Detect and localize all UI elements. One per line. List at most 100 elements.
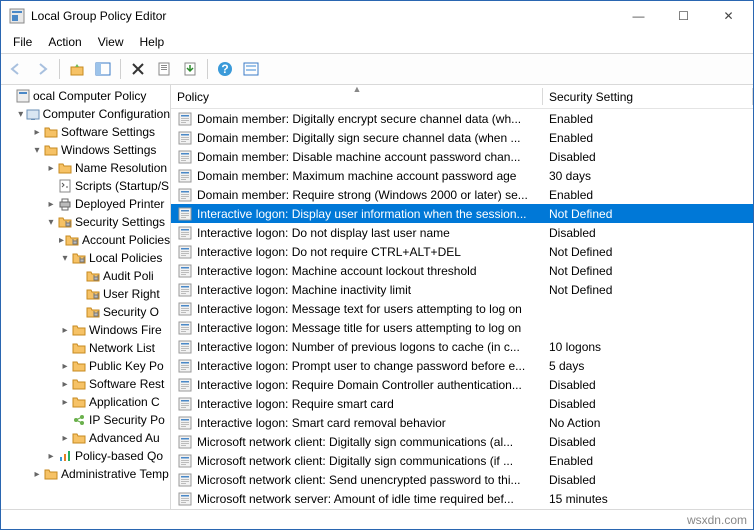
policy-row[interactable]: Microsoft network server: Amount of idle… bbox=[171, 489, 753, 508]
tree-item[interactable]: ▸Public Key Po bbox=[1, 357, 170, 375]
tree-twisty-icon[interactable]: ▸ bbox=[59, 379, 71, 390]
tree-twisty-icon[interactable]: ▸ bbox=[59, 361, 71, 372]
tree-twisty-icon[interactable]: ▸ bbox=[45, 451, 57, 462]
tree-item[interactable]: ▾Windows Settings bbox=[1, 141, 170, 159]
policy-row[interactable]: Interactive logon: Display user informat… bbox=[171, 204, 753, 223]
show-hide-tree-button[interactable] bbox=[92, 58, 114, 80]
tree-twisty-icon[interactable]: ▸ bbox=[59, 433, 71, 444]
close-button[interactable]: ✕ bbox=[706, 2, 751, 30]
tree-twisty-icon[interactable]: ▸ bbox=[31, 469, 43, 480]
tree-item[interactable]: IP Security Po bbox=[1, 411, 170, 429]
toolbar-separator bbox=[120, 59, 121, 79]
policy-row[interactable]: Microsoft network client: Digitally sign… bbox=[171, 432, 753, 451]
policy-row[interactable]: Interactive logon: Number of previous lo… bbox=[171, 337, 753, 356]
back-button[interactable] bbox=[5, 58, 27, 80]
menu-bar: File Action View Help bbox=[1, 31, 753, 53]
policy-row[interactable]: Interactive logon: Machine account locko… bbox=[171, 261, 753, 280]
setting-cell: Enabled bbox=[543, 112, 753, 126]
help-button[interactable]: ? bbox=[214, 58, 236, 80]
tree-item[interactable]: User Right bbox=[1, 285, 170, 303]
filter-button[interactable] bbox=[240, 58, 262, 80]
script-icon bbox=[57, 178, 73, 194]
tree-pane[interactable]: ocal Computer Policy ▾Computer Configurat… bbox=[1, 85, 171, 509]
policy-row[interactable]: Interactive logon: Require Domain Contro… bbox=[171, 375, 753, 394]
tree-item[interactable]: ▾Computer Configuration bbox=[1, 105, 170, 123]
policy-row[interactable]: Microsoft network client: Send unencrypt… bbox=[171, 470, 753, 489]
properties-button[interactable] bbox=[153, 58, 175, 80]
policy-row[interactable]: Interactive logon: Message text for user… bbox=[171, 299, 753, 318]
policy-row[interactable]: Interactive logon: Require smart cardDis… bbox=[171, 394, 753, 413]
maximize-button[interactable]: ☐ bbox=[661, 2, 706, 30]
printer-icon bbox=[57, 196, 73, 212]
tree-item[interactable]: ▸Software Rest bbox=[1, 375, 170, 393]
list-pane: Policy ▲ Security Setting Domain member:… bbox=[171, 85, 753, 509]
folder-icon bbox=[71, 322, 87, 338]
policy-row[interactable]: Domain member: Maximum machine account p… bbox=[171, 166, 753, 185]
tree-item-label: Name Resolution bbox=[75, 161, 167, 175]
column-policy[interactable]: Policy ▲ bbox=[171, 85, 543, 108]
policy-cell: Domain member: Require strong (Windows 2… bbox=[171, 187, 543, 203]
tree-item[interactable]: Network List bbox=[1, 339, 170, 357]
export-button[interactable] bbox=[179, 58, 201, 80]
tree-item[interactable]: ▸Administrative Temp bbox=[1, 465, 170, 483]
tree-item[interactable]: ▸Windows Fire bbox=[1, 321, 170, 339]
tree-item-label: ocal Computer Policy bbox=[33, 89, 146, 103]
tree-item[interactable]: ▾Local Policies bbox=[1, 249, 170, 267]
policy-cell: Interactive logon: Machine inactivity li… bbox=[171, 282, 543, 298]
menu-view[interactable]: View bbox=[90, 33, 132, 51]
tree-item[interactable]: ▸Application C bbox=[1, 393, 170, 411]
policy-row[interactable]: Domain member: Digitally encrypt secure … bbox=[171, 109, 753, 128]
secfold-icon bbox=[85, 286, 101, 302]
setting-cell: 5 days bbox=[543, 359, 753, 373]
list-body[interactable]: Domain member: Digitally encrypt secure … bbox=[171, 109, 753, 509]
tree-twisty-icon[interactable]: ▸ bbox=[59, 325, 71, 336]
tree-item[interactable]: ▸Account Policies bbox=[1, 231, 170, 249]
policy-row[interactable]: Interactive logon: Prompt user to change… bbox=[171, 356, 753, 375]
tree-item[interactable]: Audit Poli bbox=[1, 267, 170, 285]
qos-icon bbox=[57, 448, 73, 464]
folder-icon bbox=[57, 160, 73, 176]
tree-item[interactable]: Security O bbox=[1, 303, 170, 321]
setting-cell: Not Defined bbox=[543, 207, 753, 221]
policy-row[interactable]: Interactive logon: Do not require CTRL+A… bbox=[171, 242, 753, 261]
menu-action[interactable]: Action bbox=[40, 33, 89, 51]
policy-cell: Interactive logon: Number of previous lo… bbox=[171, 339, 543, 355]
forward-button[interactable] bbox=[31, 58, 53, 80]
tree-item[interactable]: ▸Deployed Printer bbox=[1, 195, 170, 213]
up-button[interactable] bbox=[66, 58, 88, 80]
delete-button[interactable] bbox=[127, 58, 149, 80]
tree-twisty-icon[interactable]: ▾ bbox=[17, 109, 25, 120]
policy-row[interactable]: Domain member: Disable machine account p… bbox=[171, 147, 753, 166]
column-security-setting[interactable]: Security Setting bbox=[543, 85, 753, 108]
policy-row[interactable]: Interactive logon: Do not display last u… bbox=[171, 223, 753, 242]
tree-item[interactable]: ▸Policy-based Qo bbox=[1, 447, 170, 465]
tree-item[interactable]: ▸Advanced Au bbox=[1, 429, 170, 447]
ipsec-icon bbox=[71, 412, 87, 428]
policy-row[interactable]: Domain member: Require strong (Windows 2… bbox=[171, 185, 753, 204]
tree-item-label: Software Settings bbox=[61, 125, 155, 139]
policy-row[interactable]: Interactive logon: Machine inactivity li… bbox=[171, 280, 753, 299]
policy-row[interactable]: Interactive logon: Message title for use… bbox=[171, 318, 753, 337]
tree-item[interactable]: ▸ Software Settings bbox=[1, 123, 170, 141]
tree-twisty-icon[interactable]: ▾ bbox=[31, 145, 43, 156]
tree-item[interactable]: ▾Security Settings bbox=[1, 213, 170, 231]
tree-twisty-icon[interactable]: ▸ bbox=[31, 127, 43, 138]
setting-cell: Disabled bbox=[543, 435, 753, 449]
tree-twisty-icon[interactable]: ▸ bbox=[45, 199, 57, 210]
setting-cell: Enabled bbox=[543, 454, 753, 468]
policy-row[interactable]: Domain member: Digitally sign secure cha… bbox=[171, 128, 753, 147]
tree-twisty-icon[interactable]: ▸ bbox=[59, 397, 71, 408]
tree-twisty-icon[interactable]: ▾ bbox=[45, 217, 57, 228]
policy-cell: Domain member: Digitally encrypt secure … bbox=[171, 111, 543, 127]
minimize-button[interactable]: — bbox=[616, 2, 661, 30]
tree-item[interactable]: Scripts (Startup/S bbox=[1, 177, 170, 195]
app-icon bbox=[9, 8, 25, 24]
menu-help[interactable]: Help bbox=[132, 33, 173, 51]
policy-row[interactable]: Microsoft network client: Digitally sign… bbox=[171, 451, 753, 470]
menu-file[interactable]: File bbox=[5, 33, 40, 51]
tree-twisty-icon[interactable]: ▸ bbox=[45, 163, 57, 174]
tree-twisty-icon[interactable]: ▾ bbox=[59, 253, 71, 264]
tree-item[interactable]: ▸ Name Resolution bbox=[1, 159, 170, 177]
policy-row[interactable]: Interactive logon: Smart card removal be… bbox=[171, 413, 753, 432]
tree-item[interactable]: ocal Computer Policy bbox=[1, 87, 170, 105]
